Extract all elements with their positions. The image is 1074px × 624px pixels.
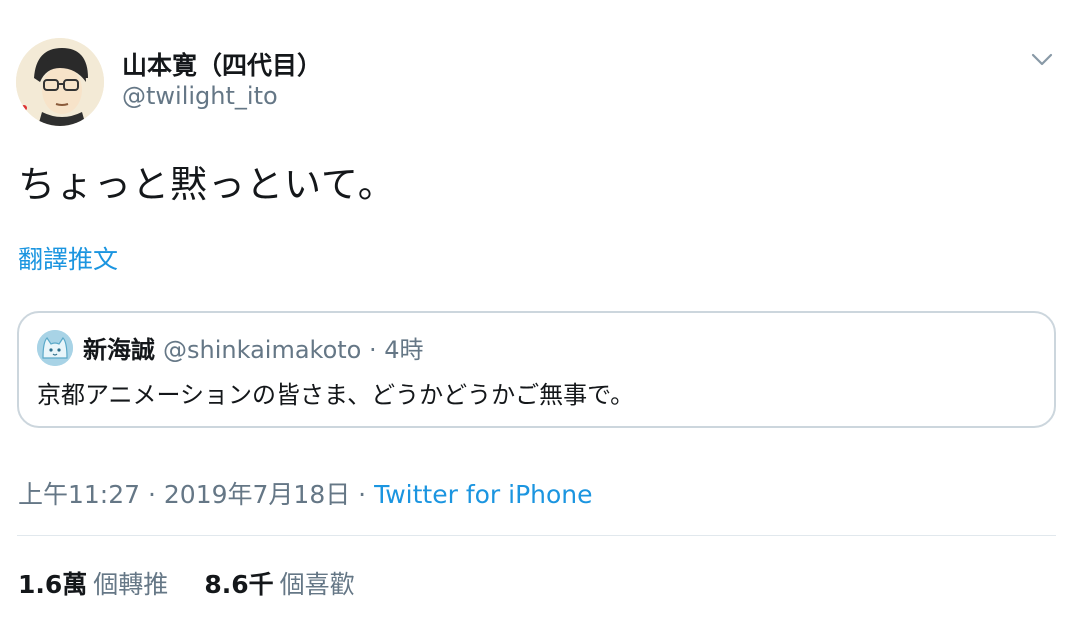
quoted-tweet-text: 京都アニメーションの皆さま、どうかどうかご無事で。	[37, 381, 635, 409]
meta-separator: ·	[350, 480, 375, 509]
likes-count: 8.6千	[204, 570, 274, 599]
translate-tweet-link[interactable]: 翻譯推文	[18, 240, 118, 276]
divider	[17, 535, 1056, 536]
quoted-separator: ·	[361, 336, 385, 364]
tweet-stats: 1.6萬 個轉推 8.6千 個喜歡	[18, 565, 355, 601]
retweets-stat[interactable]: 1.6萬 個轉推	[18, 565, 168, 601]
quoted-author-handle: @shinkaimakoto	[163, 336, 362, 364]
author-display-name[interactable]: 山本寛（四代目）	[122, 46, 322, 82]
tweet-text: ちょっと黙っといて。	[18, 163, 396, 206]
avatar-illustration	[16, 38, 104, 126]
quoted-time: 4時	[384, 336, 424, 364]
tweet-date[interactable]: 2019年7月18日	[164, 480, 350, 509]
likes-label: 個喜歡	[279, 570, 355, 599]
quoted-author-name: 新海誠	[83, 336, 155, 364]
tweet-source-link[interactable]: Twitter for iPhone	[374, 480, 592, 509]
likes-stat[interactable]: 8.6千 個喜歡	[204, 565, 354, 601]
tweet-meta: 上午11:27 · 2019年7月18日 · Twitter for iPhon…	[18, 475, 593, 511]
quoted-tweet[interactable]: 新海誠 @shinkaimakoto · 4時 京都アニメーションの皆さま、どうか…	[17, 311, 1056, 428]
quoted-tweet-header: 新海誠 @shinkaimakoto · 4時	[83, 330, 424, 365]
tweet-time[interactable]: 上午11:27	[18, 480, 140, 509]
author-avatar[interactable]	[16, 38, 104, 126]
retweets-label: 個轉推	[93, 570, 169, 599]
cat-avatar-icon	[37, 330, 73, 366]
more-options-button[interactable]	[1022, 40, 1062, 80]
chevron-down-icon	[1031, 53, 1053, 66]
author-handle[interactable]: @twilight_ito	[122, 82, 278, 110]
meta-separator: ·	[140, 480, 164, 509]
tweet-card: 山本寛（四代目） @twilight_ito ちょっと黙っといて。 翻譯推文 新…	[0, 0, 1074, 624]
retweets-count: 1.6萬	[18, 570, 88, 599]
quoted-author-avatar	[37, 330, 73, 366]
